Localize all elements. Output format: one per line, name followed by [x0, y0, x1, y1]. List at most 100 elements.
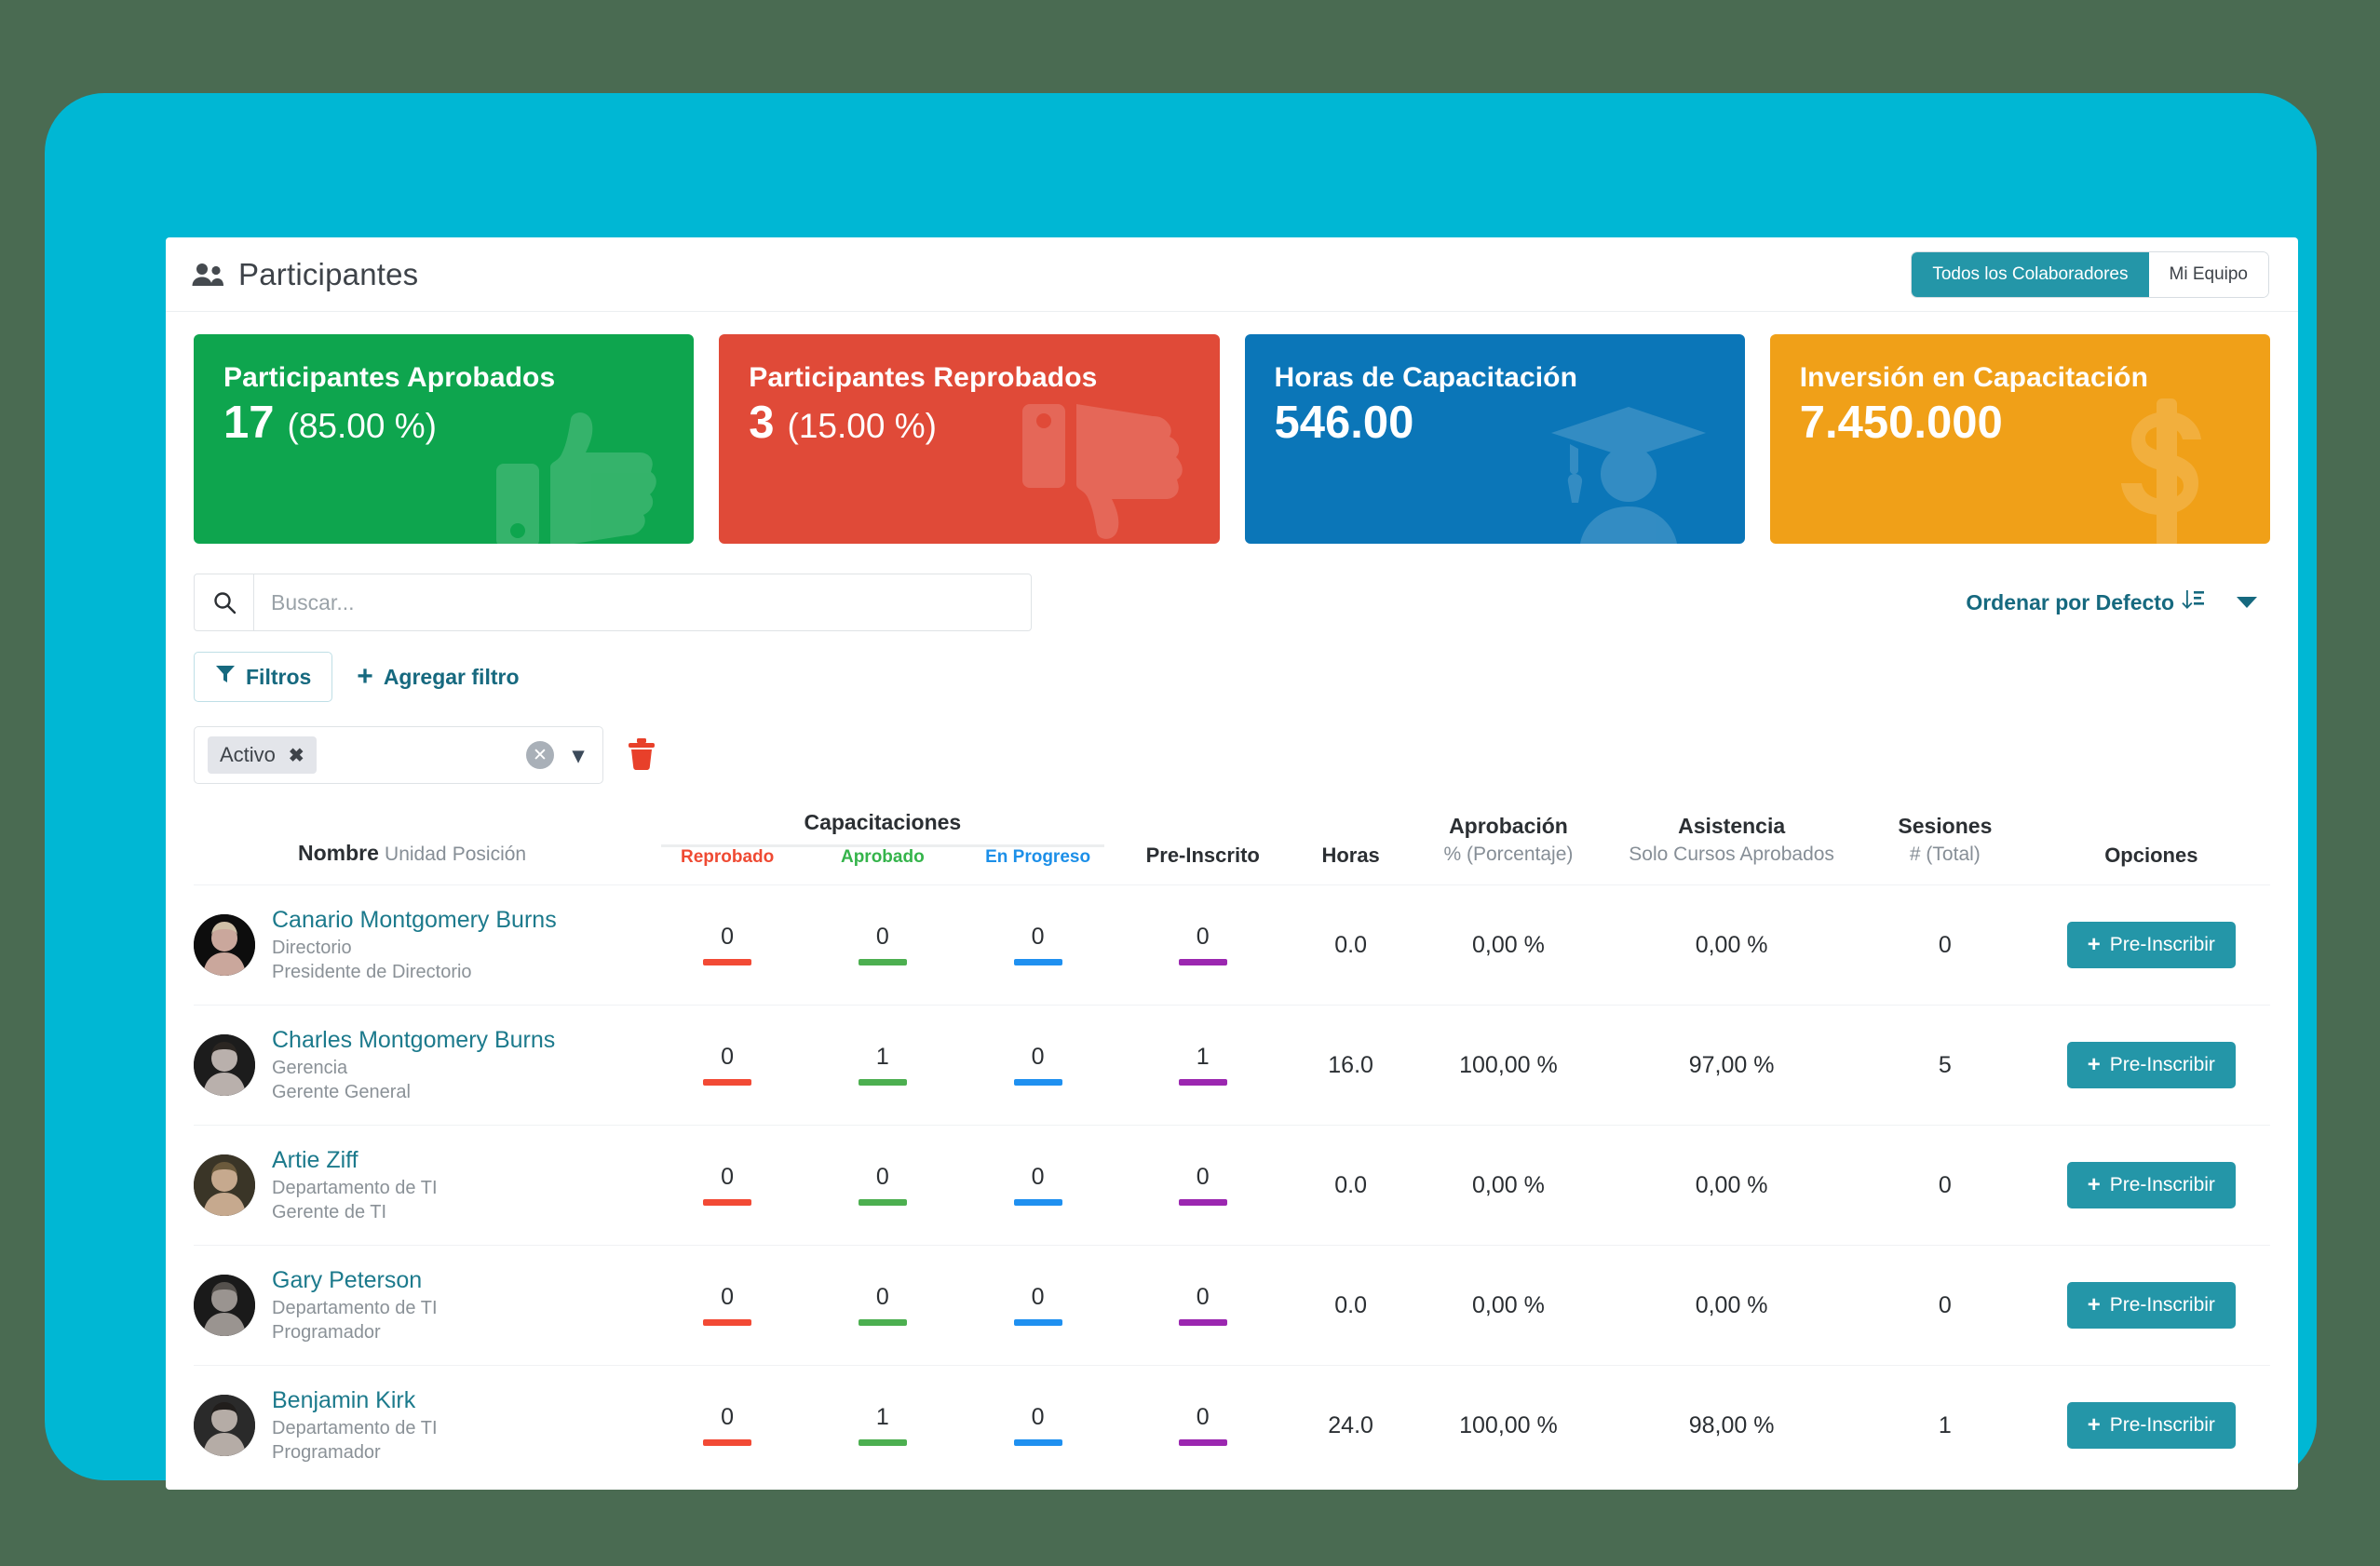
- cell-pre-inscrito: 0: [1116, 1366, 1291, 1486]
- cell-horas: 0.0: [1334, 931, 1367, 958]
- person-position: Gerente General: [272, 1082, 411, 1102]
- th-nombre: Nombre Unidad Posición: [194, 810, 650, 885]
- cell-reprobado: 0: [650, 885, 805, 1006]
- pre-inscribir-button[interactable]: + Pre-Inscribir: [2066, 1042, 2236, 1088]
- person-unit: Gerencia: [272, 1058, 348, 1078]
- metric-bar-reprobado: [703, 1079, 752, 1087]
- metric-value-pre-inscrito: 0: [1196, 1283, 1210, 1310]
- th-aprobado: Aprobado: [840, 847, 925, 867]
- cell-sesiones: 5: [1938, 1051, 1952, 1078]
- cell-aprobado: 0: [805, 885, 960, 1006]
- th-nombre-sub-posicion: Posición: [452, 844, 527, 866]
- chevron-down-icon[interactable]: [2237, 597, 2257, 608]
- cell-horas: 0.0: [1334, 1291, 1367, 1318]
- person-name-link[interactable]: Benjamin Kirk: [272, 1386, 438, 1414]
- pre-inscribir-button[interactable]: + Pre-Inscribir: [2066, 922, 2236, 968]
- toggle-mi-equipo[interactable]: Mi Equipo: [2148, 251, 2268, 297]
- page-title: Participantes: [238, 256, 419, 291]
- metric-value-pre-inscrito: 1: [1196, 1043, 1210, 1070]
- cell-asistencia: 0,00 %: [1695, 931, 1768, 958]
- person-unit: Directorio: [272, 938, 352, 958]
- person-name-link[interactable]: Canario Montgomery Burns: [272, 906, 557, 934]
- search-input[interactable]: [254, 574, 1031, 630]
- kpi-value: 7.450.000: [1799, 398, 2003, 448]
- cell-horas: 16.0: [1328, 1051, 1373, 1078]
- cell-sesiones: 1: [1938, 1411, 1952, 1438]
- chevron-down-icon[interactable]: ▾: [573, 742, 584, 769]
- person-unit: Departamento de TI: [272, 1298, 438, 1318]
- kpi-row: Participantes Aprobados 17 (85.00 %) Par…: [166, 312, 2298, 553]
- delete-filter-button[interactable]: [628, 737, 656, 773]
- close-icon[interactable]: ✖: [289, 744, 304, 767]
- kpi-card-inversion-en-capacitacion: Inversión en Capacitación 7.450.000: [1769, 334, 2270, 544]
- metric-bar-en-progreso: [1013, 1439, 1062, 1447]
- pre-inscribir-button[interactable]: + Pre-Inscribir: [2066, 1402, 2236, 1449]
- cell-aprobado: 0: [805, 1126, 960, 1246]
- pre-inscribir-label: Pre-Inscribir: [2109, 1054, 2215, 1075]
- agregar-filtro-button[interactable]: + Agregar filtro: [357, 663, 519, 691]
- metric-value-aprobado: 0: [875, 1163, 889, 1190]
- metric-value-aprobado: 1: [875, 1043, 889, 1070]
- cell-aprobado: 1: [805, 1366, 960, 1486]
- cell-opciones: + Pre-Inscribir: [2033, 1246, 2270, 1366]
- person-name-link[interactable]: Gary Peterson: [272, 1266, 438, 1294]
- cell-opciones: + Pre-Inscribir: [2033, 1366, 2270, 1486]
- th-nombre-sub-unidad: Unidad: [385, 844, 447, 866]
- th-asistencia-sub: Solo Cursos Aprobados: [1629, 844, 1834, 866]
- th-aprobacion-sub: % (Porcentaje): [1443, 844, 1574, 866]
- person-name-link[interactable]: Charles Montgomery Burns: [272, 1026, 555, 1054]
- kpi-card-participantes-aprobados: Participantes Aprobados 17 (85.00 %): [194, 334, 695, 544]
- pre-inscribir-label: Pre-Inscribir: [2109, 1414, 2215, 1436]
- plus-icon: +: [2087, 1412, 2101, 1438]
- th-sesiones: Sesiones # (Total): [1858, 810, 2033, 885]
- header-right: Todos los Colaboradores Mi Equipo: [1912, 251, 2268, 297]
- metric-bar-pre-inscrito: [1178, 1439, 1227, 1447]
- metric-value-pre-inscrito: 0: [1196, 923, 1210, 950]
- metric-bar-pre-inscrito: [1178, 1079, 1227, 1087]
- sort-control[interactable]: Ordenar por Defecto: [1966, 587, 2270, 617]
- filtros-button[interactable]: Filtros: [194, 652, 333, 702]
- clear-circle-icon[interactable]: ✕: [525, 741, 554, 769]
- kpi-title: Horas de Capacitación: [1274, 362, 1578, 393]
- app-window: Participantes Todos los Colaboradores Mi…: [166, 237, 2298, 1490]
- metric-value-aprobado: 0: [875, 923, 889, 950]
- kpi-subvalue: (85.00 %): [287, 407, 437, 445]
- table-row: Gary Peterson Departamento de TI Program…: [194, 1245, 2270, 1366]
- metric-bar-aprobado: [858, 1319, 907, 1327]
- agregar-filtro-label: Agregar filtro: [383, 664, 520, 689]
- cell-pre-inscrito: 0: [1116, 885, 1291, 1006]
- person-text: Benjamin Kirk Departamento de TI Program…: [272, 1386, 438, 1465]
- cell-asistencia: 97,00 %: [1688, 1051, 1775, 1078]
- thumbs-down-icon: [1019, 402, 1196, 542]
- filter-chip-activo[interactable]: Activo ✖: [208, 736, 317, 774]
- people-icon: [192, 263, 223, 287]
- person-cell: Artie Ziff Departamento de TI Gerente de…: [194, 1146, 650, 1224]
- table-row: Canario Montgomery Burns Directorio Pres…: [194, 884, 2270, 1006]
- kpi-card-participantes-reprobados: Participantes Reprobados 3 (15.00 %): [719, 334, 1220, 544]
- plus-icon: +: [2087, 1172, 2101, 1197]
- th-capacitaciones-sublabels: Reprobado Aprobado En Progreso: [650, 847, 1116, 868]
- person-unit: Departamento de TI: [272, 1418, 438, 1438]
- metric-value-en-progreso: 0: [1031, 1163, 1045, 1190]
- scope-toggle-group: Todos los Colaboradores Mi Equipo: [1912, 251, 2268, 297]
- cell-aprobado: 0: [805, 1246, 960, 1366]
- cell-person: Canario Montgomery Burns Directorio Pres…: [194, 885, 650, 1006]
- person-text: Artie Ziff Departamento de TI Gerente de…: [272, 1146, 438, 1224]
- cell-aprobacion: 0,00 %: [1472, 1291, 1545, 1318]
- person-cell: Charles Montgomery Burns Gerencia Gerent…: [194, 1026, 650, 1104]
- person-name-link[interactable]: Artie Ziff: [272, 1146, 438, 1174]
- avatar: [194, 1034, 255, 1096]
- kpi-title: Inversión en Capacitación: [1799, 362, 2149, 393]
- metric-bar-reprobado: [703, 959, 752, 966]
- metric-bar-pre-inscrito: [1178, 1319, 1227, 1327]
- toggle-todos-los-colaboradores[interactable]: Todos los Colaboradores: [1912, 251, 2149, 297]
- pre-inscribir-button[interactable]: + Pre-Inscribir: [2066, 1162, 2236, 1208]
- search-icon[interactable]: [195, 574, 254, 630]
- th-opciones: Opciones: [2104, 844, 2198, 867]
- filter-select[interactable]: Activo ✖ ✕ ▾: [194, 726, 603, 784]
- table-row: Charles Montgomery Burns Gerencia Gerent…: [194, 1005, 2270, 1126]
- plus-icon: +: [2087, 1052, 2101, 1077]
- metric-value-en-progreso: 0: [1031, 1403, 1045, 1430]
- pre-inscribir-button[interactable]: + Pre-Inscribir: [2066, 1282, 2236, 1329]
- metric-bar-reprobado: [703, 1439, 752, 1447]
